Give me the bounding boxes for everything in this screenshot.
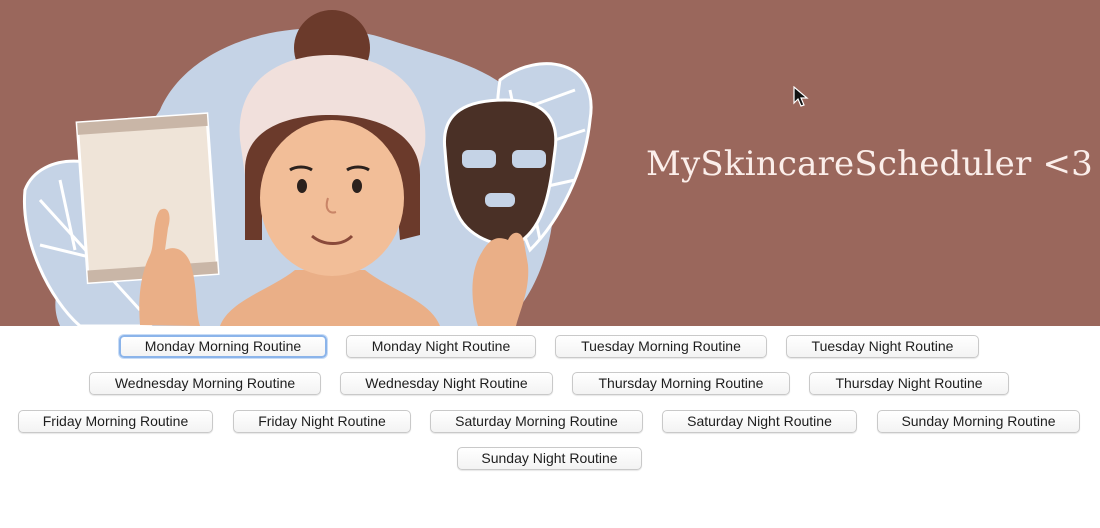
header-banner: MySkincareScheduler <3 (0, 0, 1100, 326)
saturday-night-routine-button[interactable]: Saturday Night Routine (662, 410, 857, 433)
monday-night-routine-button[interactable]: Monday Night Routine (346, 335, 536, 358)
wednesday-night-routine-button[interactable]: Wednesday Night Routine (340, 372, 553, 395)
tuesday-night-routine-button[interactable]: Tuesday Night Routine (786, 335, 979, 358)
friday-night-routine-button[interactable]: Friday Night Routine (233, 410, 411, 433)
tuesday-morning-routine-button[interactable]: Tuesday Morning Routine (555, 335, 767, 358)
sunday-night-routine-button[interactable]: Sunday Night Routine (457, 447, 642, 470)
wednesday-morning-routine-button[interactable]: Wednesday Morning Routine (89, 372, 321, 395)
thursday-morning-routine-button[interactable]: Thursday Morning Routine (572, 372, 790, 395)
monday-morning-routine-button[interactable]: Monday Morning Routine (119, 335, 327, 358)
skincare-illustration (22, 10, 593, 326)
friday-morning-routine-button[interactable]: Friday Morning Routine (18, 410, 213, 433)
routine-buttons-panel: Monday Morning Routine Monday Night Rout… (0, 326, 1100, 528)
thursday-night-routine-button[interactable]: Thursday Night Routine (809, 372, 1009, 395)
app-title: MySkincareScheduler <3 (646, 144, 1093, 184)
sunday-morning-routine-button[interactable]: Sunday Morning Routine (877, 410, 1080, 433)
mouse-cursor-icon (793, 86, 809, 107)
saturday-morning-routine-button[interactable]: Saturday Morning Routine (430, 410, 643, 433)
